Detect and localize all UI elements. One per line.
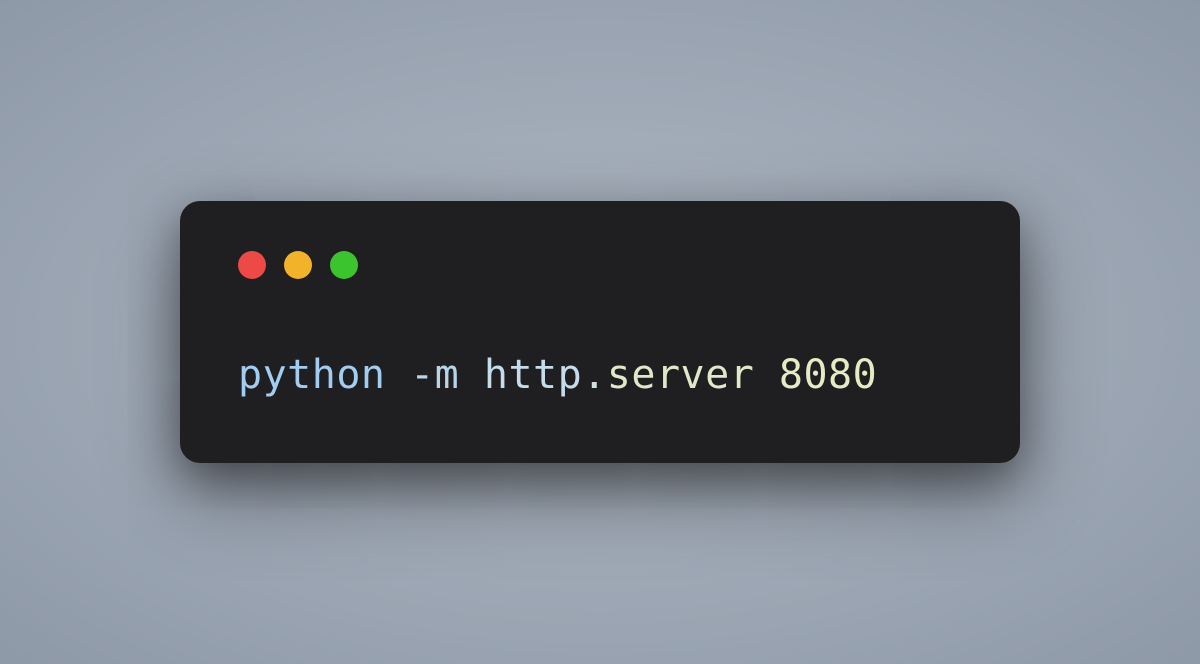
maximize-button[interactable] bbox=[330, 251, 358, 279]
command-dot: . bbox=[582, 352, 607, 398]
terminal-content[interactable]: python -m http.server 8080 bbox=[238, 347, 962, 403]
terminal-window: python -m http.server 8080 bbox=[180, 201, 1020, 463]
command-submodule: server bbox=[607, 352, 755, 398]
command-module: http bbox=[484, 352, 582, 398]
command-executable: python bbox=[238, 352, 386, 398]
minimize-button[interactable] bbox=[284, 251, 312, 279]
close-button[interactable] bbox=[238, 251, 266, 279]
command-flag: -m bbox=[410, 352, 459, 398]
window-controls bbox=[238, 251, 962, 279]
command-port: 8080 bbox=[779, 352, 877, 398]
